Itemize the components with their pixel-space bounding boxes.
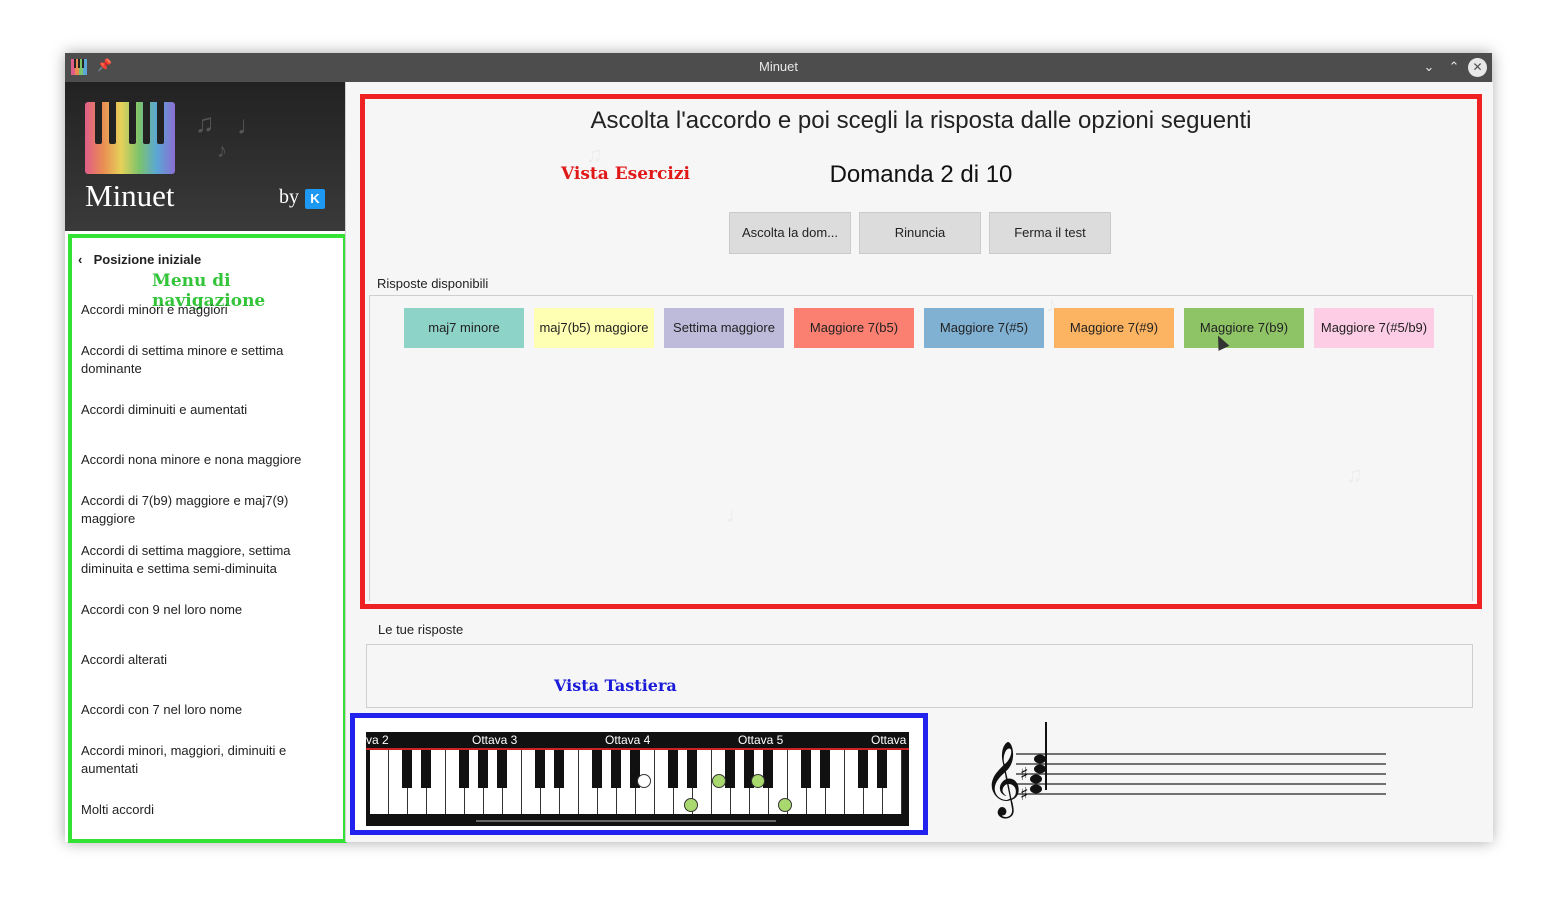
black-key[interactable]	[459, 750, 469, 788]
answer-button[interactable]: maj7 minore	[404, 308, 524, 348]
nav-item[interactable]: Accordi diminuiti e aumentati	[81, 401, 321, 419]
nav-item[interactable]: Accordi nona minore e nona maggiore	[81, 451, 321, 469]
nav-item[interactable]: Accordi minori e maggiori	[81, 301, 321, 319]
keyboard-scrollbar[interactable]	[476, 820, 776, 822]
black-key[interactable]	[820, 750, 830, 788]
brand-header: ♫ ♩ ♪ Minuet by K	[65, 82, 345, 231]
keyboard-view-caption: Vista Tastiera	[554, 676, 677, 695]
title-bar: 📌 Minuet ⌄ ⌃ ✕	[65, 53, 1492, 82]
maximize-chevron-up-icon[interactable]: ⌃	[1444, 57, 1464, 77]
black-key[interactable]	[877, 750, 887, 788]
nav-item[interactable]: Accordi con 9 nel loro nome	[81, 601, 321, 619]
nav-item[interactable]: Accordi con 7 nel loro nome	[81, 701, 321, 719]
octave-label: va 2	[366, 733, 389, 747]
octave-label: Ottava 3	[472, 733, 518, 747]
maracas-icon: ♪	[217, 140, 227, 162]
exercise-view: Ascolta l'accordo e poi scegli la rispos…	[360, 94, 1482, 609]
black-key[interactable]	[668, 750, 678, 788]
sharp-icon: ♯	[1020, 764, 1029, 785]
black-key[interactable]	[687, 750, 697, 788]
black-key[interactable]	[554, 750, 564, 788]
answer-button[interactable]: Maggiore 7(b9)	[1184, 308, 1304, 348]
exercise-instruction: Ascolta l'accordo e poi scegli la rispos…	[590, 107, 1252, 134]
app-window: 📌 Minuet ⌄ ⌃ ✕ ♫ ♩ ♪ Minuet by K ‹ Posiz…	[65, 53, 1493, 843]
guitar-icon: ♩	[237, 110, 263, 140]
music-staff: 𝄞 ♯ ♯	[984, 722, 1386, 819]
black-key[interactable]	[725, 750, 735, 788]
octave-label: Ottava 5	[738, 733, 784, 747]
octave-label: Ottava	[871, 733, 907, 747]
responses-frame	[366, 644, 1473, 708]
kde-logo-icon: K	[305, 189, 325, 209]
nav-item[interactable]: Accordi di settima maggiore, settima dim…	[81, 542, 321, 578]
stop-test-button[interactable]: Ferma il test	[989, 212, 1111, 254]
answer-button[interactable]: Maggiore 7(#5/b9)	[1314, 308, 1434, 348]
answer-button[interactable]: Settima maggiore	[664, 308, 784, 348]
nav-item[interactable]: Accordi di 7(b9) maggiore e maj7(9) magg…	[81, 492, 301, 528]
answer-button[interactable]: Maggiore 7(b5)	[794, 308, 914, 348]
nav-item[interactable]: Accordi di settima minore e settima domi…	[81, 342, 321, 378]
white-key[interactable]	[370, 750, 389, 814]
black-key[interactable]	[858, 750, 868, 788]
answer-button[interactable]: Maggiore 7(#9)	[1054, 308, 1174, 348]
give-up-button[interactable]: Rinuncia	[859, 212, 981, 254]
back-label: Posizione iniziale	[93, 252, 202, 267]
chevron-left-icon: ‹	[78, 252, 83, 267]
listen-question-button[interactable]: Ascolta la dom...	[729, 212, 851, 254]
note-marker	[712, 774, 726, 788]
nav-item[interactable]: Molti accordi	[81, 801, 321, 819]
music-note-icon: ♫	[195, 108, 215, 138]
black-key[interactable]	[592, 750, 602, 788]
black-key[interactable]	[478, 750, 488, 788]
black-key[interactable]	[535, 750, 545, 788]
question-counter: Domanda 2 di 10	[829, 161, 1013, 188]
octave-label: Ottava 4	[605, 733, 651, 747]
black-key[interactable]	[421, 750, 431, 788]
navigation-menu: ‹ Posizione iniziale Menu di navigazione…	[68, 234, 347, 843]
close-icon[interactable]: ✕	[1468, 58, 1487, 77]
sidebar: ‹ Posizione iniziale Menu di navigazione…	[65, 231, 347, 843]
app-name: Minuet	[85, 178, 175, 213]
black-key[interactable]	[497, 750, 507, 788]
minuet-logo-keys	[85, 102, 175, 174]
window-title: Minuet	[758, 59, 799, 74]
back-button[interactable]: ‹ Posizione iniziale	[78, 252, 201, 267]
black-key[interactable]	[611, 750, 621, 788]
black-key[interactable]	[402, 750, 412, 788]
note-marker	[637, 774, 651, 788]
nav-item[interactable]: Accordi alterati	[81, 651, 321, 669]
nav-item[interactable]: Accordi minori, maggiori, diminuiti e au…	[81, 742, 306, 778]
by-label: by	[279, 186, 299, 208]
answers-label: Risposte disponibili	[377, 276, 489, 291]
piano-keyboard[interactable]: va 2 Ottava 3 Ottava 4 Ottava 5 Ottava	[366, 732, 909, 826]
octave-bar: va 2 Ottava 3 Ottava 4 Ottava 5 Ottava	[366, 732, 909, 750]
answer-button[interactable]: maj7(b5) maggiore	[534, 308, 654, 348]
note-marker	[778, 798, 792, 812]
answer-button[interactable]: Maggiore 7(#5)	[924, 308, 1044, 348]
main-area: ♫ ♪ ♫ ♩ Ascolta l'accordo e poi scegli l…	[345, 82, 1493, 842]
treble-clef-icon: 𝄞	[984, 742, 1022, 819]
keyboard-view: va 2 Ottava 3 Ottava 4 Ottava 5 Ottava	[350, 713, 928, 835]
responses-label: Le tue risposte	[378, 622, 464, 637]
black-key[interactable]	[801, 750, 811, 788]
minimize-chevron-down-icon[interactable]: ⌄	[1419, 57, 1439, 77]
note-marker	[751, 774, 765, 788]
sharp-icon: ♯	[1020, 784, 1029, 805]
note-marker	[684, 798, 698, 812]
